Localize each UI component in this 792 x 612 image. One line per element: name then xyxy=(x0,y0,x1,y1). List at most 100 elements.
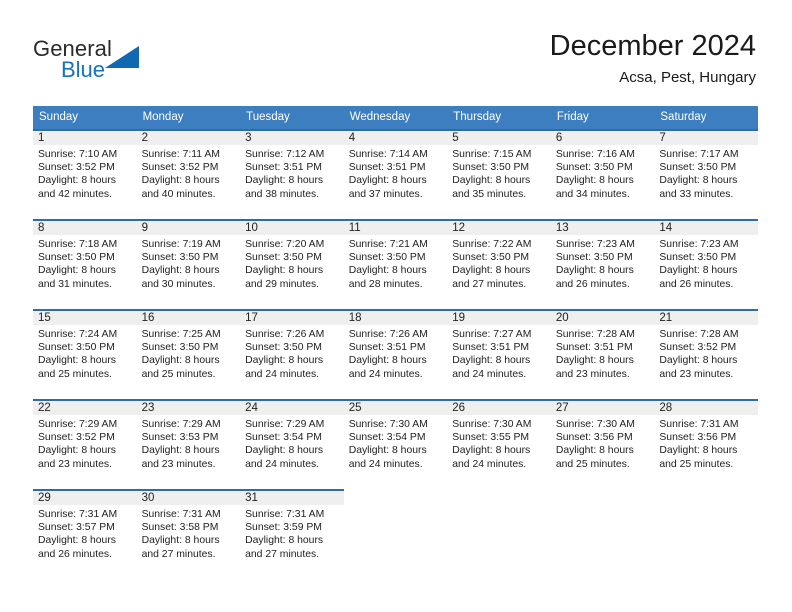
day-cell[interactable]: 15 Sunrise: 7:24 AM Sunset: 3:50 PM Dayligh… xyxy=(33,309,137,399)
day-number: 3 xyxy=(245,132,252,144)
daylight-text-line1: Daylight: 8 hours xyxy=(38,445,116,457)
sunrise-text: Sunrise: 7:12 AM xyxy=(245,149,325,160)
day-cell[interactable]: 18 Sunrise: 7:26 AM Sunset: 3:51 PM Dayligh… xyxy=(343,309,448,399)
calendar-week-row: 8 Sunrise: 7:18 AM Sunset: 3:50 PM Daylight… xyxy=(33,219,758,309)
day-cell[interactable]: 9 Sunrise: 7:19 AM Sunset: 3:50 PM Daylight… xyxy=(136,219,241,309)
sunset-text: Sunset: 3:51 PM xyxy=(348,342,426,354)
sunset-text: Sunset: 3:54 PM xyxy=(245,432,322,444)
day-cell[interactable]: 22 Sunrise: 7:29 AM Sunset: 3:52 PM Dayligh… xyxy=(33,399,137,489)
day-cell[interactable]: 27 Sunrise: 7:30 AM Sunset: 3:56 PM Dayligh… xyxy=(550,399,655,489)
day-details xyxy=(654,505,758,508)
day-cell[interactable]: 11 Sunrise: 7:21 AM Sunset: 3:50 PM Dayligh… xyxy=(343,219,448,309)
day-number-band: 22 xyxy=(33,399,137,415)
day-number-band: 26 xyxy=(447,399,551,415)
day-cell[interactable]: 16 Sunrise: 7:25 AM Sunset: 3:50 PM Dayligh… xyxy=(136,309,241,399)
daylight-text-line2: and 34 minutes. xyxy=(555,188,630,200)
day-number-band: 31 xyxy=(240,489,344,505)
sunrise-text: Sunrise: 7:20 AM xyxy=(245,239,325,250)
day-number: 5 xyxy=(452,132,459,144)
sunset-text: Sunset: 3:50 PM xyxy=(141,342,219,354)
daylight-text-line2: and 23 minutes. xyxy=(555,368,630,380)
daylight-text-line1: Daylight: 8 hours xyxy=(141,445,220,457)
daylight-text-line2: and 38 minutes. xyxy=(245,188,320,200)
calendar-week-row: 15 Sunrise: 7:24 AM Sunset: 3:50 PM Dayligh… xyxy=(33,309,758,399)
day-cell[interactable]: 17 Sunrise: 7:26 AM Sunset: 3:50 PM Dayligh… xyxy=(240,309,344,399)
day-cell[interactable]: 1 Sunrise: 7:10 AM Sunset: 3:52 PM Daylight… xyxy=(33,129,137,219)
sunset-text: Sunset: 3:55 PM xyxy=(452,432,530,444)
day-cell[interactable]: 20 Sunrise: 7:28 AM Sunset: 3:51 PM Dayligh… xyxy=(550,309,655,399)
day-cell[interactable]: 24 Sunrise: 7:29 AM Sunset: 3:54 PM Dayligh… xyxy=(240,399,344,489)
day-cell[interactable]: 14 Sunrise: 7:23 AM Sunset: 3:50 PM Dayligh… xyxy=(654,219,758,309)
day-details: Sunrise: 7:28 AM Sunset: 3:51 PM Daylight:… xyxy=(551,325,655,381)
day-details: Sunrise: 7:26 AM Sunset: 3:50 PM Daylight:… xyxy=(240,325,344,381)
daylight-text-line1: Daylight: 8 hours xyxy=(452,355,531,367)
day-details: Sunrise: 7:26 AM Sunset: 3:51 PM Daylight:… xyxy=(344,325,448,381)
day-cell[interactable]: 25 Sunrise: 7:30 AM Sunset: 3:54 PM Dayligh… xyxy=(343,399,448,489)
sunrise-text: Sunrise: 7:31 AM xyxy=(38,509,118,520)
daylight-text-line1: Daylight: 8 hours xyxy=(348,265,427,277)
general-blue-logo[interactable]: General Blue xyxy=(33,36,173,88)
day-cell[interactable]: 3 Sunrise: 7:12 AM Sunset: 3:51 PM Daylight… xyxy=(240,129,344,219)
sunset-text: Sunset: 3:57 PM xyxy=(38,522,115,534)
daylight-text-line1: Daylight: 8 hours xyxy=(245,175,324,187)
sunset-text: Sunset: 3:51 PM xyxy=(452,342,530,354)
day-cell[interactable]: 10 Sunrise: 7:20 AM Sunset: 3:50 PM Dayligh… xyxy=(240,219,344,309)
daylight-text-line1: Daylight: 8 hours xyxy=(141,175,220,187)
day-cell[interactable]: 5 Sunrise: 7:15 AM Sunset: 3:50 PM Daylight… xyxy=(447,129,551,219)
sunrise-text: Sunrise: 7:27 AM xyxy=(452,329,532,340)
sunrise-text: Sunrise: 7:31 AM xyxy=(245,509,325,520)
daylight-text-line2: and 25 minutes. xyxy=(141,368,216,380)
day-cell[interactable]: 23 Sunrise: 7:29 AM Sunset: 3:53 PM Dayligh… xyxy=(136,399,241,489)
day-details: Sunrise: 7:22 AM Sunset: 3:50 PM Daylight:… xyxy=(447,235,551,291)
day-cell[interactable]: 29 Sunrise: 7:31 AM Sunset: 3:57 PM Dayligh… xyxy=(33,489,137,579)
day-number-band: 4 xyxy=(343,129,448,145)
sunrise-text: Sunrise: 7:16 AM xyxy=(555,149,635,160)
sunset-text: Sunset: 3:51 PM xyxy=(348,162,426,174)
day-cell[interactable]: 26 Sunrise: 7:30 AM Sunset: 3:55 PM Dayligh… xyxy=(447,399,551,489)
day-number: 19 xyxy=(452,312,466,324)
day-cell[interactable]: 12 Sunrise: 7:22 AM Sunset: 3:50 PM Dayligh… xyxy=(447,219,551,309)
daylight-text-line1: Daylight: 8 hours xyxy=(141,535,220,547)
day-details: Sunrise: 7:29 AM Sunset: 3:53 PM Daylight:… xyxy=(137,415,241,471)
daylight-text-line1: Daylight: 8 hours xyxy=(245,535,324,547)
day-number-band: 1 xyxy=(33,129,137,145)
day-number: 8 xyxy=(38,222,45,234)
day-cell[interactable]: 30 Sunrise: 7:31 AM Sunset: 3:58 PM Dayligh… xyxy=(136,489,241,579)
day-number-band: 21 xyxy=(654,309,758,325)
sunrise-text: Sunrise: 7:11 AM xyxy=(141,149,220,160)
day-cell[interactable]: 21 Sunrise: 7:28 AM Sunset: 3:52 PM Dayligh… xyxy=(654,309,758,399)
day-cell[interactable]: 31 Sunrise: 7:31 AM Sunset: 3:59 PM Dayligh… xyxy=(240,489,344,579)
day-details: Sunrise: 7:30 AM Sunset: 3:55 PM Daylight:… xyxy=(447,415,551,471)
sunrise-text: Sunrise: 7:28 AM xyxy=(555,329,635,340)
daylight-text-line1: Daylight: 8 hours xyxy=(452,265,531,277)
day-number-band: 29 xyxy=(33,489,137,505)
daylight-text-line2: and 24 minutes. xyxy=(452,458,527,470)
daylight-text-line2: and 29 minutes. xyxy=(245,278,320,290)
daylight-text-line1: Daylight: 8 hours xyxy=(348,175,427,187)
sunrise-text: Sunrise: 7:23 AM xyxy=(659,239,739,250)
day-cell[interactable]: 19 Sunrise: 7:27 AM Sunset: 3:51 PM Dayligh… xyxy=(447,309,551,399)
day-cell[interactable]: 2 Sunrise: 7:11 AM Sunset: 3:52 PM Daylight… xyxy=(136,129,241,219)
daylight-text-line2: and 26 minutes. xyxy=(659,278,734,290)
day-cell[interactable]: 8 Sunrise: 7:18 AM Sunset: 3:50 PM Daylight… xyxy=(33,219,137,309)
day-number-band: 10 xyxy=(240,219,344,235)
day-number-band: 12 xyxy=(447,219,551,235)
sunset-text: Sunset: 3:52 PM xyxy=(38,432,115,444)
day-cell[interactable]: 28 Sunrise: 7:31 AM Sunset: 3:56 PM Dayligh… xyxy=(654,399,758,489)
day-number: 23 xyxy=(141,402,155,414)
day-cell[interactable]: 13 Sunrise: 7:23 AM Sunset: 3:50 PM Dayligh… xyxy=(550,219,655,309)
day-details: Sunrise: 7:30 AM Sunset: 3:56 PM Daylight:… xyxy=(551,415,655,471)
day-cell[interactable]: 4 Sunrise: 7:14 AM Sunset: 3:51 PM Daylight… xyxy=(343,129,448,219)
weekday-header-saturday: Saturday xyxy=(660,111,707,123)
day-number-band: 30 xyxy=(136,489,241,505)
day-details xyxy=(551,505,655,508)
day-details: Sunrise: 7:10 AM Sunset: 3:52 PM Daylight:… xyxy=(33,145,137,201)
sunset-text: Sunset: 3:50 PM xyxy=(659,252,737,264)
daylight-text-line1: Daylight: 8 hours xyxy=(659,445,738,457)
day-number: 15 xyxy=(38,312,51,324)
day-cell[interactable]: 7 Sunrise: 7:17 AM Sunset: 3:50 PM Daylight… xyxy=(654,129,758,219)
day-number-band: 2 xyxy=(136,129,241,145)
day-cell[interactable]: 6 Sunrise: 7:16 AM Sunset: 3:50 PM Daylight… xyxy=(550,129,655,219)
day-number-band xyxy=(654,489,758,505)
day-number: 29 xyxy=(38,492,51,504)
